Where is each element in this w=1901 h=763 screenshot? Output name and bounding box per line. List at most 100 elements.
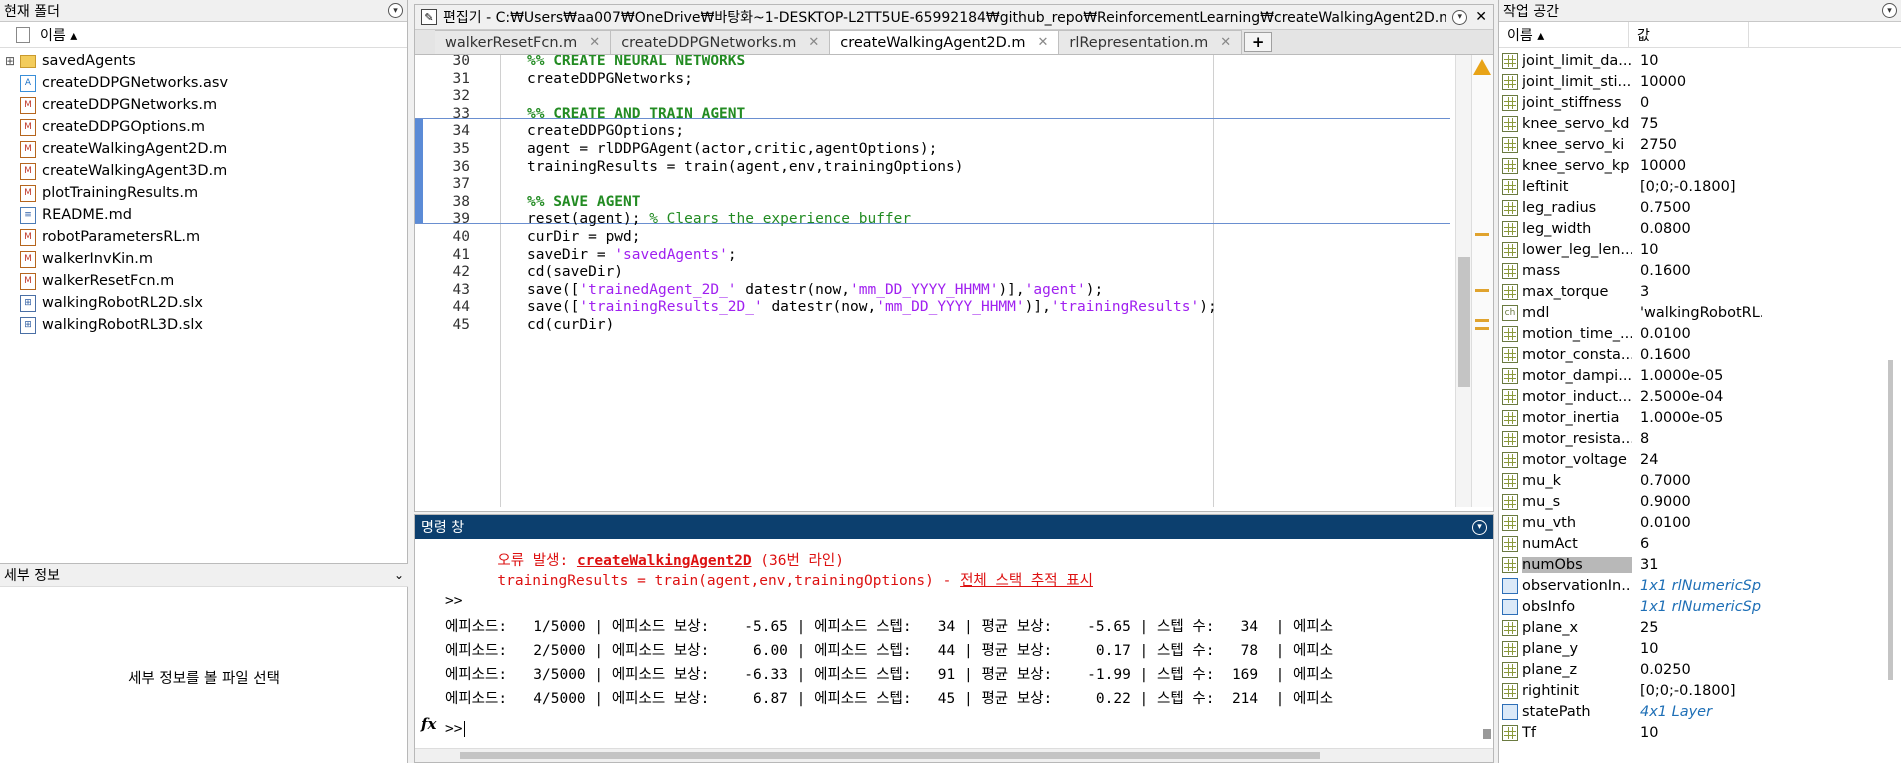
variable-value[interactable]: 1x1 rlNumericSp... <box>1632 578 1762 594</box>
file-name[interactable]: savedAgents <box>42 53 136 69</box>
function-browser-icon[interactable]: fx <box>421 715 436 733</box>
variable-value[interactable]: 0.1600 <box>1632 263 1762 279</box>
tab-close-icon[interactable]: ✕ <box>1220 35 1231 50</box>
variable-row[interactable]: mu_s 0.9000 <box>1499 491 1901 512</box>
variable-row[interactable]: Tf 10 <box>1499 722 1901 743</box>
variable-row[interactable]: joint_limit_sti... 10000 <box>1499 71 1901 92</box>
workspace-actions-icon[interactable]: ▾ <box>1882 3 1897 18</box>
file-name[interactable]: walkingRobotRL3D.slx <box>42 317 203 333</box>
scrollbar-thumb[interactable] <box>1458 257 1470 387</box>
variable-row[interactable]: statePath 4x1 Layer <box>1499 701 1901 722</box>
variable-value[interactable]: 0.0100 <box>1632 326 1762 342</box>
file-name[interactable]: createDDPGOptions.m <box>42 119 205 135</box>
tab-label[interactable]: createDDPGNetworks.m <box>621 35 796 51</box>
variable-row[interactable]: knee_servo_ki 2750 <box>1499 134 1901 155</box>
variable-name[interactable]: joint_limit_da... <box>1522 53 1632 69</box>
variable-name[interactable]: motor_consta... <box>1522 347 1632 363</box>
variable-name[interactable]: plane_x <box>1522 620 1632 636</box>
tab-label[interactable]: walkerResetFcn.m <box>445 35 577 51</box>
file-row[interactable]: MplotTrainingResults.m <box>0 182 407 204</box>
variable-row[interactable]: motion_time_... 0.0100 <box>1499 323 1901 344</box>
variable-row[interactable]: motor_induct... 2.5000e-04 <box>1499 386 1901 407</box>
variable-value[interactable]: 0.9000 <box>1632 494 1762 510</box>
command-horizontal-scrollbar[interactable] <box>415 748 1493 762</box>
chevron-down-icon[interactable]: ⌄ <box>394 568 404 582</box>
editor-tab[interactable]: createDDPGNetworks.m ✕ <box>611 30 831 54</box>
variable-name[interactable]: Tf <box>1522 725 1632 741</box>
variable-value[interactable]: 6 <box>1632 536 1762 552</box>
variable-value[interactable]: [0;0;-0.1800] <box>1632 179 1762 195</box>
variable-row[interactable]: max_torque 3 <box>1499 281 1901 302</box>
variable-row[interactable]: knee_servo_kd 75 <box>1499 113 1901 134</box>
name-column-label[interactable]: 이름 ▴ <box>40 25 77 45</box>
variable-name[interactable]: plane_z <box>1522 662 1632 678</box>
variable-row[interactable]: joint_stiffness 0 <box>1499 92 1901 113</box>
file-row[interactable]: ⊞ savedAgents <box>0 50 407 72</box>
file-name[interactable]: walkingRobotRL2D.slx <box>42 295 203 311</box>
variable-row[interactable]: ch mdl'walkingRobotRL... <box>1499 302 1901 323</box>
tab-label[interactable]: rlRepresentation.m <box>1069 35 1208 51</box>
variable-row[interactable]: leg_radius 0.7500 <box>1499 197 1901 218</box>
warning-icon[interactable] <box>1473 59 1491 75</box>
variable-name[interactable]: numAct <box>1522 536 1632 552</box>
variable-name[interactable]: statePath <box>1522 704 1632 720</box>
add-tab-button[interactable]: + <box>1244 32 1273 52</box>
command-output[interactable]: 오류 발생: createWalkingAgent2D (36번 라인) tra… <box>415 539 1493 739</box>
variable-row[interactable]: motor_resista... 8 <box>1499 428 1901 449</box>
variable-row[interactable]: motor_consta... 0.1600 <box>1499 344 1901 365</box>
editor-actions-icon[interactable]: ▾ <box>1452 9 1468 25</box>
variable-row[interactable]: leg_width 0.0800 <box>1499 218 1901 239</box>
variable-name[interactable]: mass <box>1522 263 1632 279</box>
editor-tab[interactable]: createWalkingAgent2D.m ✕ <box>830 30 1060 54</box>
variable-row[interactable]: rightinit [0;0;-0.1800] <box>1499 680 1901 701</box>
variable-row[interactable]: joint_limit_da... 10 <box>1499 50 1901 71</box>
variable-row[interactable]: mu_k 0.7000 <box>1499 470 1901 491</box>
variable-value[interactable]: 10 <box>1632 242 1762 258</box>
file-row[interactable]: McreateDDPGOptions.m <box>0 116 407 138</box>
warning-marker[interactable] <box>1475 319 1489 322</box>
variable-row[interactable]: numObs 31 <box>1499 554 1901 575</box>
variable-value[interactable]: 8 <box>1632 431 1762 447</box>
variable-value[interactable]: 0.0800 <box>1632 221 1762 237</box>
workspace-vertical-scrollbar[interactable] <box>1888 360 1893 680</box>
code-text[interactable]: cd(curDir) <box>527 315 614 336</box>
file-column-header[interactable]: 이름 ▴ <box>0 22 407 48</box>
show-stack-link[interactable]: 전체 스택 추적 표시 <box>960 573 1093 589</box>
variable-name[interactable]: observationIn... <box>1522 578 1632 594</box>
tab-close-icon[interactable]: ✕ <box>589 35 600 50</box>
file-row[interactable]: McreateWalkingAgent2D.m <box>0 138 407 160</box>
tab-close-icon[interactable]: ✕ <box>808 35 819 50</box>
variable-name[interactable]: motor_induct... <box>1522 389 1632 405</box>
variable-value[interactable]: 2.5000e-04 <box>1632 389 1762 405</box>
variable-value[interactable]: 25 <box>1632 620 1762 636</box>
close-icon[interactable]: ✕ <box>1475 9 1487 25</box>
variable-row[interactable]: motor_inertia 1.0000e-05 <box>1499 407 1901 428</box>
warning-marker[interactable] <box>1475 289 1489 292</box>
variable-name[interactable]: rightinit <box>1522 683 1632 699</box>
variable-name[interactable]: motor_dampi... <box>1522 368 1632 384</box>
file-row[interactable]: ⊞ walkingRobotRL2D.slx <box>0 292 407 314</box>
variable-name[interactable]: leftinit <box>1522 179 1632 195</box>
variable-name[interactable]: joint_stiffness <box>1522 95 1632 111</box>
command-input[interactable]: >>​ <box>445 719 466 739</box>
file-row[interactable]: McreateDDPGNetworks.m <box>0 94 407 116</box>
variable-row[interactable]: mu_vth 0.0100 <box>1499 512 1901 533</box>
editor-tab[interactable]: rlRepresentation.m ✕ <box>1059 30 1243 54</box>
variable-row[interactable]: observationIn... 1x1 rlNumericSp... <box>1499 575 1901 596</box>
variable-name[interactable]: knee_servo_kp <box>1522 158 1632 174</box>
variable-value[interactable]: 10 <box>1632 641 1762 657</box>
variable-name[interactable]: motor_voltage <box>1522 452 1632 468</box>
variable-value[interactable]: 1.0000e-05 <box>1632 368 1762 384</box>
file-row[interactable]: MwalkerResetFcn.m <box>0 270 407 292</box>
variable-row[interactable]: plane_y 10 <box>1499 638 1901 659</box>
variable-value[interactable]: 0.7500 <box>1632 200 1762 216</box>
variable-value[interactable]: 75 <box>1632 116 1762 132</box>
variable-value[interactable]: 1.0000e-05 <box>1632 410 1762 426</box>
file-name[interactable]: createDDPGNetworks.asv <box>42 75 228 91</box>
panel-actions-icon[interactable]: ▾ <box>388 3 403 18</box>
variable-value[interactable]: 1x1 rlNumericSp... <box>1632 599 1762 615</box>
variable-value[interactable]: 10000 <box>1632 158 1762 174</box>
variable-value[interactable]: 10 <box>1632 53 1762 69</box>
variable-value[interactable]: 24 <box>1632 452 1762 468</box>
variable-row[interactable]: numAct 6 <box>1499 533 1901 554</box>
